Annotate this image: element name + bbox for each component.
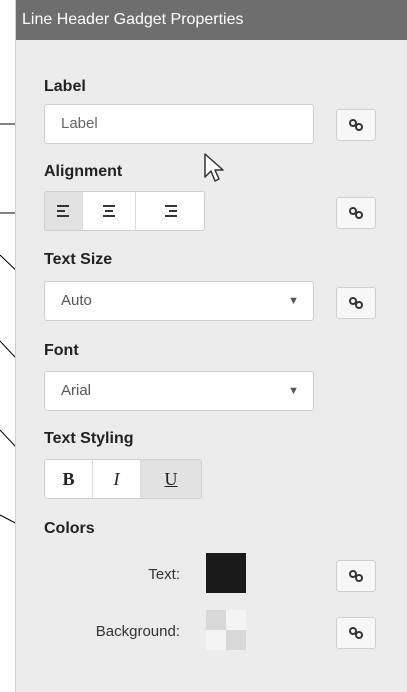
underline-button[interactable]: U (141, 460, 201, 498)
align-left-button[interactable] (45, 192, 83, 230)
link-icon (349, 207, 363, 219)
text-styling-heading: Text Styling (44, 430, 134, 447)
background-color-label: Background: (95, 623, 180, 640)
panel-title: Line Header Gadget Properties (16, 0, 407, 40)
text-size-select[interactable]: Auto ▼ (44, 281, 314, 321)
dropdown-arrow-icon: ▼ (288, 295, 299, 307)
text-color-link-button[interactable] (336, 560, 376, 592)
label-input[interactable]: Label (44, 104, 314, 144)
link-icon (349, 297, 363, 309)
label-heading: Label (44, 78, 86, 95)
link-icon (349, 627, 363, 639)
colors-heading: Colors (44, 520, 95, 537)
mouse-cursor-icon (204, 153, 224, 182)
align-right-icon (165, 205, 177, 217)
background-color-swatch[interactable] (206, 610, 246, 650)
text-styling-button-group: B I U (44, 459, 202, 499)
properties-panel: Line Header Gadget Properties Label Labe… (15, 0, 407, 692)
font-value: Arial (61, 382, 92, 399)
align-right-button[interactable] (136, 192, 204, 230)
text-color-label: Text: (148, 566, 180, 583)
label-link-button[interactable] (336, 109, 376, 141)
alignment-heading: Alignment (44, 163, 123, 180)
italic-button[interactable]: I (93, 460, 141, 498)
font-select[interactable]: Arial ▼ (44, 371, 314, 411)
text-size-heading: Text Size (44, 251, 113, 268)
bold-button[interactable]: B (45, 460, 93, 498)
alignment-button-group (44, 191, 205, 231)
align-left-icon (56, 205, 69, 217)
alignment-link-button[interactable] (336, 197, 376, 229)
link-icon (349, 570, 363, 582)
align-center-button[interactable] (83, 192, 136, 230)
text-size-value: Auto (61, 292, 92, 309)
background-color-link-button[interactable] (336, 617, 376, 649)
link-icon (349, 119, 363, 131)
font-heading: Font (44, 342, 79, 359)
align-center-icon (103, 205, 115, 217)
text-color-swatch[interactable] (206, 553, 246, 593)
dropdown-arrow-icon: ▼ (288, 385, 299, 397)
transparent-checker-icon (206, 610, 246, 650)
text-size-link-button[interactable] (336, 287, 376, 319)
